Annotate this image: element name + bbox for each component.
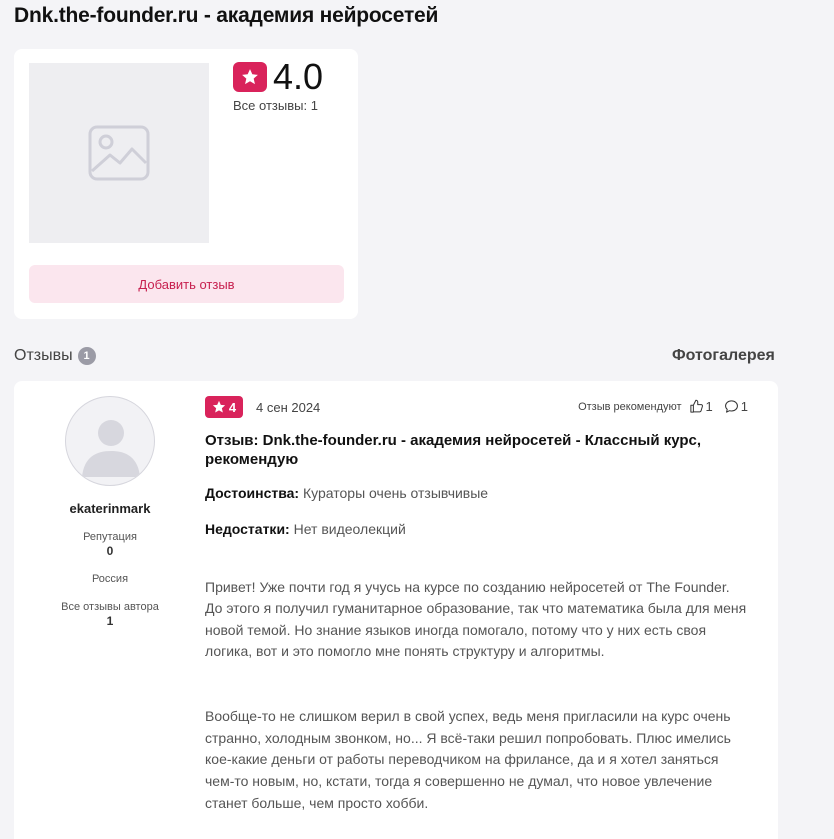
review-meta-row: 4 4 сен 2024 Отзыв рекомендуют 1 1 <box>205 396 756 418</box>
rating-star-badge <box>233 62 267 92</box>
average-rating: 4.0 <box>273 56 324 97</box>
review-title: Отзыв: Dnk.the-founder.ru - академия ней… <box>205 432 702 468</box>
rating-block: 4.0 Все отзывы: 1 <box>233 59 323 113</box>
like-button[interactable]: 1 <box>689 399 713 414</box>
page-title: Dnk.the-founder.ru - академия нейросетей <box>14 4 439 27</box>
total-reviews-link[interactable]: Все отзывы: 1 <box>233 98 323 113</box>
pros-text: Кураторы очень отзывчивые <box>303 485 489 501</box>
review-rating-badge: 4 <box>205 396 243 418</box>
cons-text: Нет видеолекций <box>293 521 406 537</box>
comment-count: 1 <box>740 399 748 414</box>
like-count: 1 <box>705 399 713 414</box>
cons-label: Недостатки: <box>205 521 290 537</box>
review-pros: Достоинства: Кураторы очень отзывчивые <box>205 485 488 501</box>
all-author-reviews-value[interactable]: 1 <box>14 614 206 628</box>
reviews-label: Отзывы <box>14 347 73 364</box>
star-icon <box>212 400 225 413</box>
user-silhouette-icon <box>82 420 140 477</box>
all-author-reviews-label[interactable]: Все отзывы автора <box>14 601 206 613</box>
thumb-up-icon <box>689 399 703 413</box>
reputation-label: Репутация <box>83 531 137 543</box>
comment-button[interactable]: 1 <box>724 399 748 414</box>
reviews-section-heading: Отзывы 1 <box>14 347 96 365</box>
author-country: Россия <box>91 573 129 585</box>
product-summary-card: 4.0 Все отзывы: 1 Добавить отзыв <box>14 49 358 319</box>
review-text: Привет! Уже почти год я учусь на курсе п… <box>205 555 750 836</box>
author-name[interactable]: ekaterinmark <box>14 501 206 516</box>
review-card: ekaterinmark Репутация 0 Россия Все отзы… <box>14 381 778 839</box>
pros-label: Достоинства: <box>205 485 300 501</box>
review-date: 4 сен 2024 <box>256 400 321 415</box>
product-photo-placeholder <box>29 63 209 243</box>
reviews-count-badge: 1 <box>77 347 96 365</box>
reputation-value: 0 <box>106 544 114 558</box>
recommend-label: Отзыв рекомендуют <box>578 400 682 413</box>
avatar[interactable] <box>65 396 155 486</box>
photo-gallery-link[interactable]: Фотогалерея <box>672 347 775 365</box>
review-paragraph-1: Привет! Уже почти год я учусь на курсе п… <box>205 578 747 660</box>
add-review-button[interactable]: Добавить отзыв <box>29 265 344 303</box>
review-rating-value: 4 <box>228 399 237 415</box>
image-placeholder-icon <box>88 125 150 181</box>
star-icon <box>242 69 258 85</box>
recommend-block: Отзыв рекомендуют 1 1 <box>578 399 748 414</box>
review-cons: Недостатки: Нет видеолекций <box>205 521 406 537</box>
comment-icon <box>724 400 738 413</box>
review-paragraph-2: Вообще-то не слишком верил в свой успех,… <box>205 708 731 811</box>
